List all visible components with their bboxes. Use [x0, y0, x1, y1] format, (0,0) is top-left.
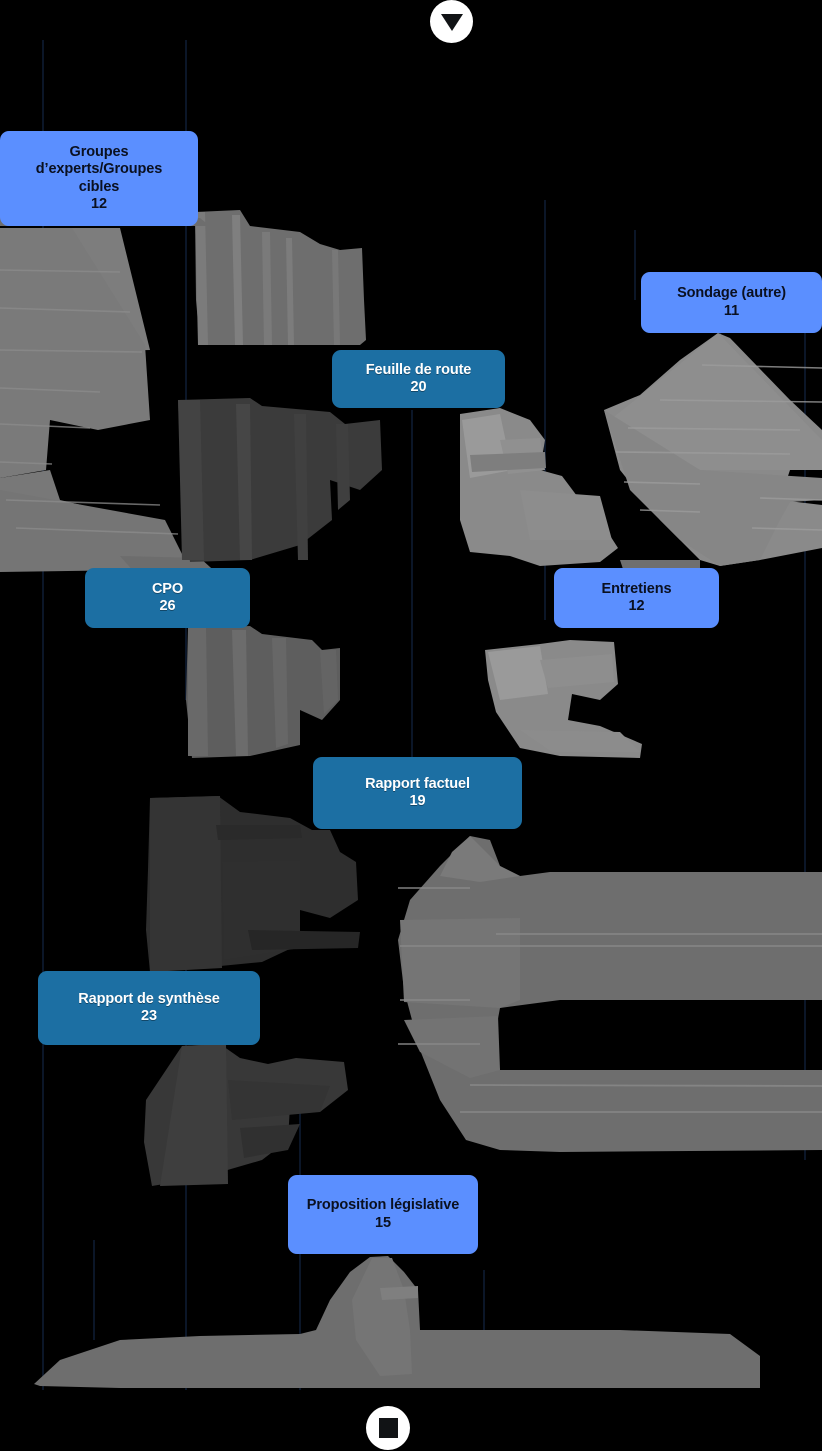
activity-node-entretiens[interactable]: Entretiens 12 — [554, 568, 719, 628]
edge-entretiens-to-rapportfactuel — [485, 640, 642, 758]
activity-node-cpo[interactable]: CPO 26 — [85, 568, 250, 628]
edge-cpo-to-rapportfactuel — [186, 626, 340, 758]
activity-node-label: Feuille de route — [365, 361, 472, 378]
activity-node-label: Groupes d’experts/Groupes cibles — [35, 144, 163, 195]
edge-rapportsynthese-to-proposition — [144, 1044, 348, 1186]
activity-node-proposition[interactable]: Proposition législative 15 — [288, 1175, 478, 1254]
activity-node-label: Rapport factuel — [365, 775, 470, 792]
activity-node-count: 26 — [159, 598, 176, 614]
activity-node-count: 23 — [141, 1008, 157, 1024]
activity-node-label: CPO — [151, 580, 184, 597]
activity-node-rapportsyn[interactable]: Rapport de synthèse 23 — [38, 971, 260, 1045]
activity-node-rapportfact[interactable]: Rapport factuel 19 — [313, 757, 522, 829]
activity-node-count: 15 — [375, 1214, 391, 1231]
triangle-down-icon — [440, 14, 463, 31]
activity-node-count: 12 — [91, 195, 107, 212]
activity-node-count: 19 — [409, 793, 426, 809]
diagram-canvas[interactable]: Groupes d’experts/Groupes cibles 12 Sondag… — [0, 0, 822, 1451]
activity-node-count: 20 — [410, 379, 427, 395]
activity-node-label: Sondage (autre) — [677, 285, 786, 302]
activity-node-count: 12 — [628, 598, 645, 614]
edge-sondage-to-entretiens — [604, 333, 822, 572]
activity-node-count: 11 — [723, 302, 740, 319]
activity-node-sondage[interactable]: Sondage (autre) 11 — [641, 272, 822, 333]
activity-node-label: Rapport de synthèse — [78, 990, 220, 1007]
end-node[interactable] — [366, 1406, 410, 1450]
edge-rapportfactuel-to-proposition — [398, 836, 822, 1152]
activity-node-groupes[interactable]: Groupes d’experts/Groupes cibles 12 — [0, 131, 198, 226]
edge-start-to-feuille — [195, 210, 366, 345]
edge-feuille-to-entretiens — [460, 408, 618, 566]
activity-node-label: Entretiens — [601, 580, 672, 597]
activity-node-feuille[interactable]: Feuille de route 20 — [332, 350, 505, 408]
edge-proposition-to-end — [34, 1256, 760, 1388]
activity-node-label: Proposition législative — [306, 1197, 460, 1214]
start-node[interactable] — [430, 0, 473, 43]
square-icon — [378, 1418, 398, 1438]
edge-feuille-to-cpo — [178, 398, 382, 562]
